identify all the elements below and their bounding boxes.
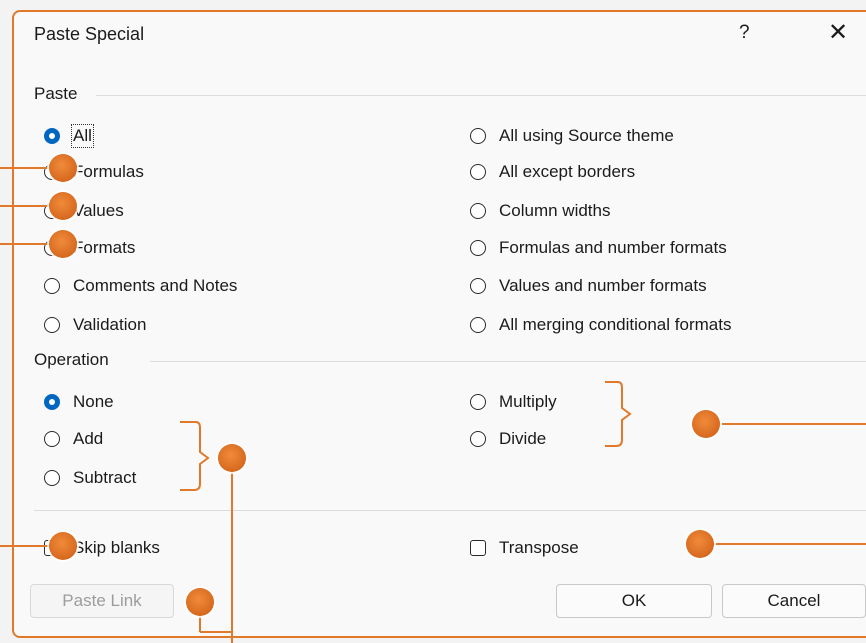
annotation-lines [0, 167, 866, 643]
annotation-marker [686, 530, 714, 558]
annotation-marker [218, 444, 246, 472]
annotation-marker [49, 192, 77, 220]
annotation-marker [692, 410, 720, 438]
annotation-marker [49, 154, 77, 182]
annotation-marker [49, 532, 77, 560]
annotation-marker [186, 588, 214, 616]
annotation-marker [49, 230, 77, 258]
